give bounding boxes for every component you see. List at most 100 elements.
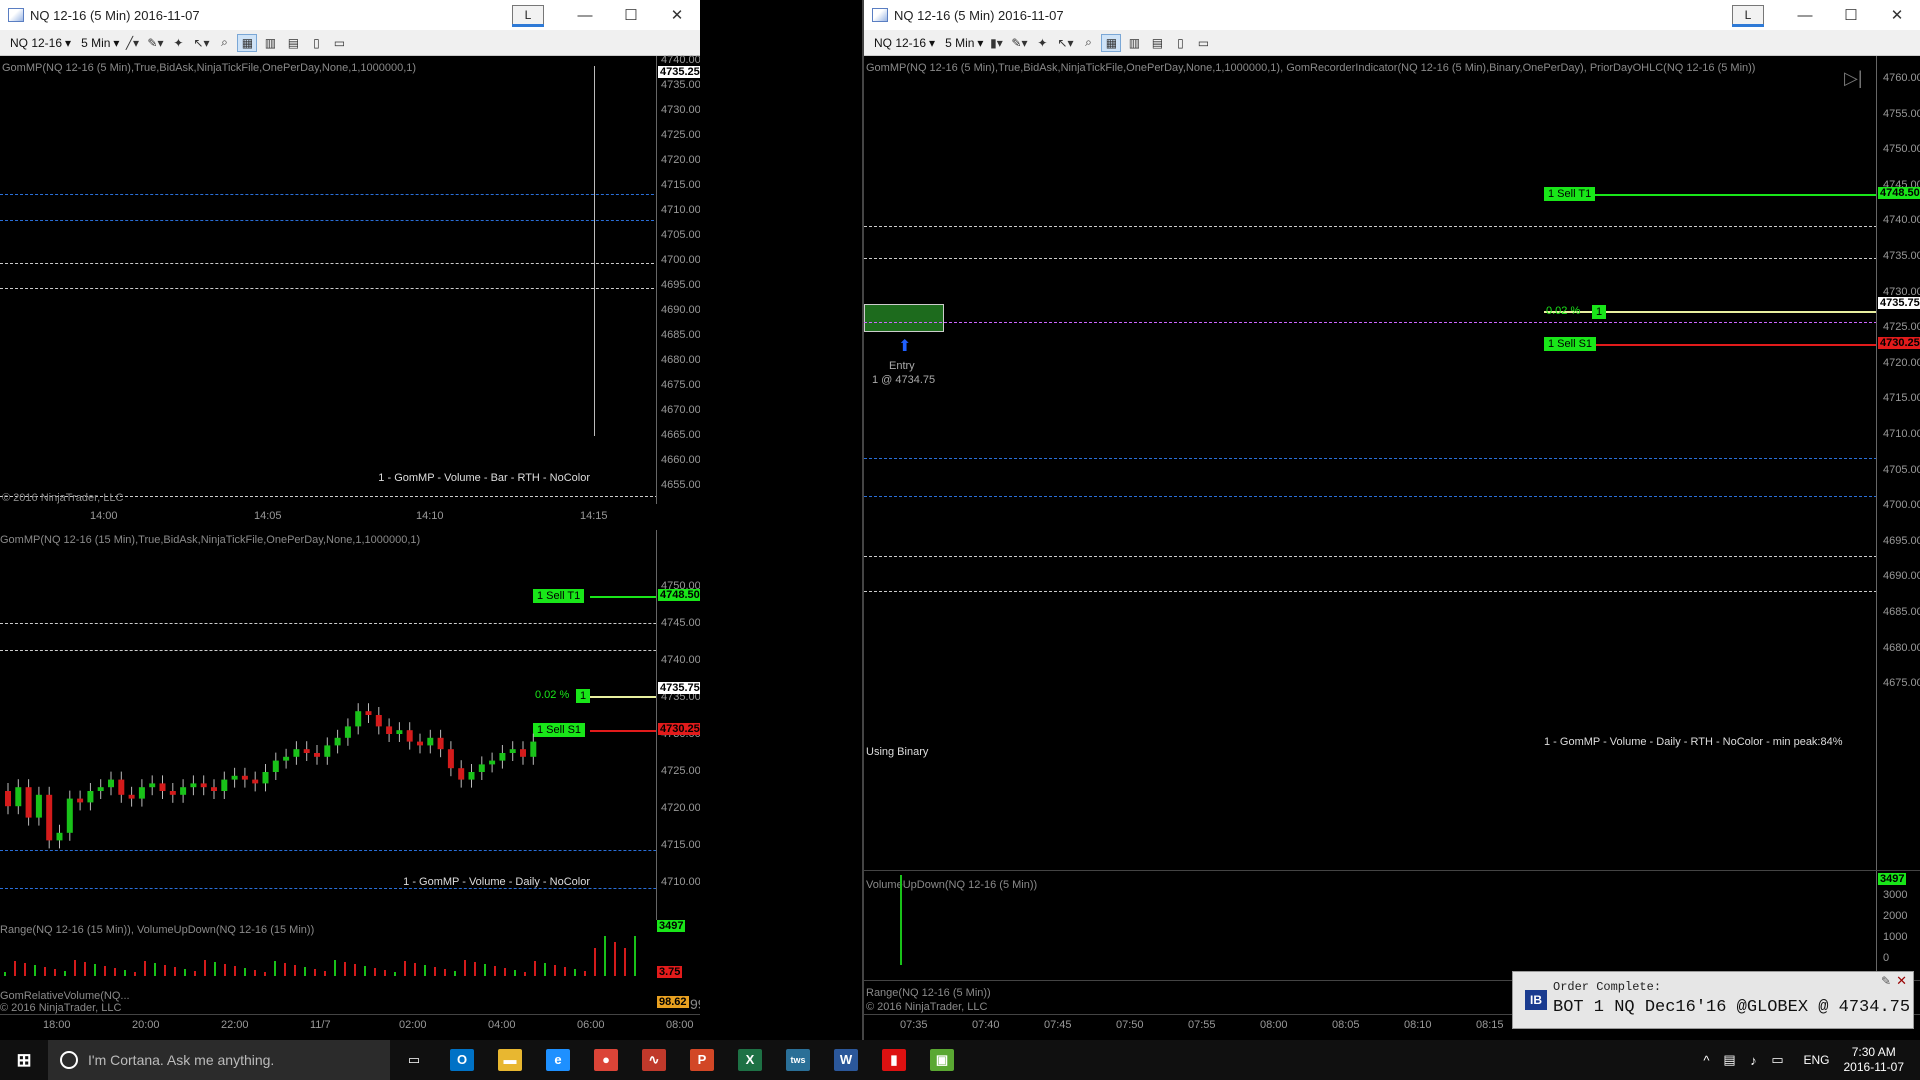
volume-bar	[124, 970, 126, 976]
candlestick-style-icon[interactable]: ▮▾	[986, 34, 1006, 52]
volume-bar	[334, 960, 336, 976]
notification-icon[interactable]: ▭	[1765, 1040, 1789, 1080]
ninjatrader-icon[interactable]: ∿	[630, 1040, 678, 1080]
task-view-icon[interactable]: ▭	[390, 1040, 438, 1080]
order-complete-toast[interactable]: IB Order Complete: BOT 1 NQ Dec16'16 @GL…	[1512, 971, 1914, 1029]
copy-icon[interactable]: ▯	[1170, 34, 1190, 52]
position-chip[interactable]: 1	[1592, 305, 1607, 319]
price-tick-label: 4695.00	[661, 279, 700, 291]
close-icon[interactable]: ✕	[1874, 6, 1920, 24]
volume-tick-label: 1000	[1883, 931, 1908, 943]
wand-icon[interactable]: ✦	[1032, 34, 1052, 52]
chart-style-icon[interactable]: ╱▾	[122, 34, 142, 52]
windows-start-icon[interactable]: ⊞	[0, 1040, 48, 1080]
stop-price-tag: 4730.25	[1878, 337, 1920, 349]
left-link-button[interactable]: L	[512, 5, 544, 27]
pencil-icon[interactable]: ✎▾	[145, 34, 165, 52]
maximize-icon[interactable]: ☐	[1828, 6, 1874, 24]
cursor-icon[interactable]: ↖▾	[1055, 34, 1075, 52]
close-icon[interactable]: ✕	[1896, 973, 1907, 989]
relative-volume-percent: 99 %	[690, 996, 700, 1012]
candle-body	[468, 772, 475, 780]
candle-body	[344, 726, 351, 738]
scroll-to-end-icon[interactable]: ▷|	[1844, 68, 1863, 89]
minimize-icon[interactable]: —	[562, 7, 608, 24]
indicators-icon[interactable]: ▥	[1124, 34, 1144, 52]
time-tick-label: 08:15	[1476, 1019, 1504, 1031]
volume-bar	[424, 965, 426, 976]
white-level-line	[864, 258, 1920, 259]
outlook-icon[interactable]: O	[438, 1040, 486, 1080]
volume-bar	[104, 966, 106, 976]
candle-body	[169, 791, 176, 795]
target-line	[1544, 194, 1920, 196]
strategies-icon[interactable]: ▤	[283, 34, 303, 52]
stop-order-chip[interactable]: 1 Sell S1	[1544, 337, 1597, 351]
language-indicator[interactable]: ENG	[1803, 1053, 1829, 1067]
chevron-up-icon[interactable]: ^	[1695, 1040, 1717, 1080]
pencil-icon[interactable]: ✎▾	[1009, 34, 1029, 52]
zoom-icon[interactable]: ⌕	[214, 34, 234, 52]
pin-icon[interactable]: ✎	[1881, 974, 1891, 988]
file-explorer-glyph: ▬	[498, 1049, 522, 1071]
left-volume-panel[interactable]: Range(NQ 12-16 (15 Min)), VolumeUpDown(N…	[0, 920, 700, 980]
powerpoint-icon[interactable]: P	[678, 1040, 726, 1080]
maximize-icon[interactable]: ☐	[608, 6, 654, 24]
red-app-icon[interactable]: ▮	[870, 1040, 918, 1080]
cortana-search-box[interactable]: I'm Cortana. Ask me anything.	[48, 1040, 390, 1080]
interval-selector[interactable]: 5 Min ▾	[945, 36, 983, 50]
word-icon[interactable]: W	[822, 1040, 870, 1080]
relative-volume-value-tag: 98.62	[657, 996, 689, 1008]
candle-body	[499, 753, 506, 761]
volume-bar	[214, 962, 216, 976]
tws-icon[interactable]: tws	[774, 1040, 822, 1080]
chart-app-icon	[8, 8, 24, 22]
volume-tick-label: 0	[1883, 952, 1890, 964]
left-top-price-panel[interactable]: GomMP(NQ 12-16 (5 Min),True,BidAsk,Ninja…	[0, 56, 700, 504]
minimize-icon[interactable]: —	[1782, 7, 1828, 24]
candle-body	[355, 711, 362, 727]
right-main-price-panel[interactable]: GomMP(NQ 12-16 (5 Min),True,BidAsk,Ninja…	[864, 56, 1920, 870]
volume-icon[interactable]: ♪	[1741, 1040, 1765, 1080]
clock[interactable]: 7:30 AM 2016-11-07	[1844, 1045, 1905, 1075]
wand-icon[interactable]: ✦	[168, 34, 188, 52]
properties-icon[interactable]: ▭	[329, 34, 349, 52]
instrument-selector[interactable]: NQ 12-16 ▾	[874, 36, 935, 50]
file-explorer-icon[interactable]: ▬	[486, 1040, 534, 1080]
entry-bar-box[interactable]	[864, 304, 944, 332]
volume-bar	[554, 965, 556, 976]
powerpoint-glyph: P	[690, 1049, 714, 1071]
edge-icon[interactable]: e	[534, 1040, 582, 1080]
network-icon[interactable]: ▤	[1717, 1040, 1741, 1080]
left-bottom-price-axis-strip[interactable]: 4750.004745.004740.004735.004730.004725.…	[656, 530, 700, 920]
copy-icon[interactable]: ▯	[306, 34, 326, 52]
indicators-icon[interactable]: ▥	[260, 34, 280, 52]
candle-body	[138, 787, 145, 799]
chrome-icon[interactable]: ●	[582, 1040, 630, 1080]
instrument-selector[interactable]: NQ 12-16 ▾	[10, 36, 71, 50]
volume-bar	[584, 971, 586, 976]
excel-icon[interactable]: X	[726, 1040, 774, 1080]
candle-body	[262, 772, 269, 784]
right-volume-panel[interactable]: VolumeUpDown(NQ 12-16 (5 Min)) 3497 3000 20…	[864, 870, 1920, 981]
volume-axis[interactable]: 3497 3000 2000 1000 0	[1876, 871, 1920, 981]
interval-selector[interactable]: 5 Min ▾	[81, 36, 119, 50]
close-icon[interactable]: ✕	[654, 6, 700, 24]
left-relative-volume-panel[interactable]: GomRelativeVolume(NQ... 99 % © 2016 Ninj…	[0, 980, 700, 1014]
cursor-icon[interactable]: ↖▾	[191, 34, 211, 52]
zoom-icon[interactable]: ⌕	[1078, 34, 1098, 52]
strategies-icon[interactable]: ▤	[1147, 34, 1167, 52]
left-bottom-price-panel[interactable]: GomMP(NQ 12-16 (15 Min),True,BidAsk,Ninj…	[0, 530, 700, 920]
right-price-axis[interactable]: 4760.00 4755.00 4750.00 4745.00 4740.00 4735.…	[1876, 56, 1920, 870]
right-link-button[interactable]: L	[1732, 5, 1764, 27]
data-box-icon[interactable]: ▦	[1101, 33, 1122, 52]
data-box-icon[interactable]: ▦	[237, 33, 258, 52]
left-top-price-axis-strip[interactable]: 4740.00 4735.00 4730.00 4725.00 4720.00 4715.…	[656, 54, 700, 504]
price-tick-label: 4760.00	[1883, 72, 1920, 84]
green-app-icon[interactable]: ▣	[918, 1040, 966, 1080]
target-order-chip[interactable]: 1 Sell T1	[1544, 187, 1596, 201]
indicator-label: GomMP(NQ 12-16 (5 Min),True,BidAsk,Ninja…	[2, 62, 417, 74]
cortana-circle-icon	[60, 1051, 78, 1069]
properties-icon[interactable]: ▭	[1193, 34, 1213, 52]
price-tick-label: 4700.00	[661, 254, 700, 266]
